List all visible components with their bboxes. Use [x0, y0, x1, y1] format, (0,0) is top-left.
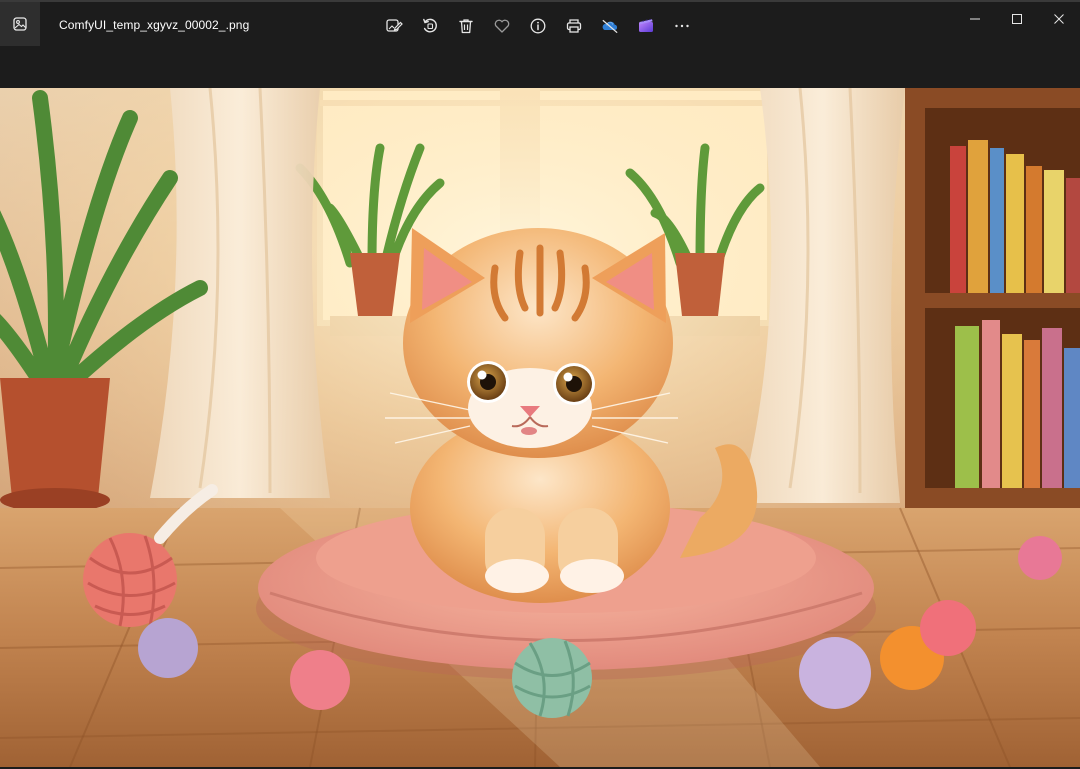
print-button[interactable] — [560, 12, 588, 40]
more-horizontal-icon — [675, 24, 689, 28]
bookshelf — [905, 88, 1080, 508]
toolbar-spacer — [0, 48, 1080, 88]
app-icon-button[interactable] — [0, 2, 40, 46]
clipchamp-icon — [639, 18, 653, 32]
rotate-icon — [423, 18, 437, 33]
minimize-button[interactable] — [954, 2, 996, 36]
pom-pom-pink — [290, 650, 350, 710]
pom-pom-lavender-right — [799, 637, 871, 709]
pom-pom-lavender — [138, 618, 198, 678]
title-bar: ComfyUI_temp_xgyvz_00002_.png — [0, 0, 1080, 48]
onedrive-cloud-off-icon — [602, 19, 618, 33]
close-button[interactable] — [1038, 2, 1080, 36]
rotate-button[interactable] — [416, 12, 444, 40]
image-viewport[interactable] — [0, 88, 1080, 767]
info-icon — [530, 18, 546, 34]
photos-app-icon — [13, 17, 27, 31]
delete-button[interactable] — [452, 12, 480, 40]
file-name-title: ComfyUI_temp_xgyvz_00002_.png — [59, 18, 250, 32]
favorite-button[interactable] — [488, 12, 516, 40]
printer-icon — [566, 19, 582, 33]
kitten-photo — [0, 88, 1080, 767]
more-options-button[interactable] — [668, 12, 696, 40]
pom-pom-magenta — [1018, 536, 1062, 580]
edit-image-icon — [386, 19, 403, 32]
maximize-button[interactable] — [996, 2, 1038, 36]
window-controls — [954, 2, 1080, 36]
clipchamp-button[interactable] — [632, 12, 660, 40]
minimize-icon — [970, 18, 980, 20]
close-icon — [1054, 14, 1064, 24]
maximize-icon — [1012, 14, 1022, 24]
heart-icon — [494, 19, 510, 33]
yarn-ball-green — [512, 638, 592, 718]
trash-icon — [459, 19, 473, 34]
toolbar — [380, 12, 704, 40]
onedrive-button[interactable] — [596, 12, 624, 40]
edit-image-button[interactable] — [380, 12, 408, 40]
pom-pom-coral — [920, 600, 976, 656]
file-info-button[interactable] — [524, 12, 552, 40]
